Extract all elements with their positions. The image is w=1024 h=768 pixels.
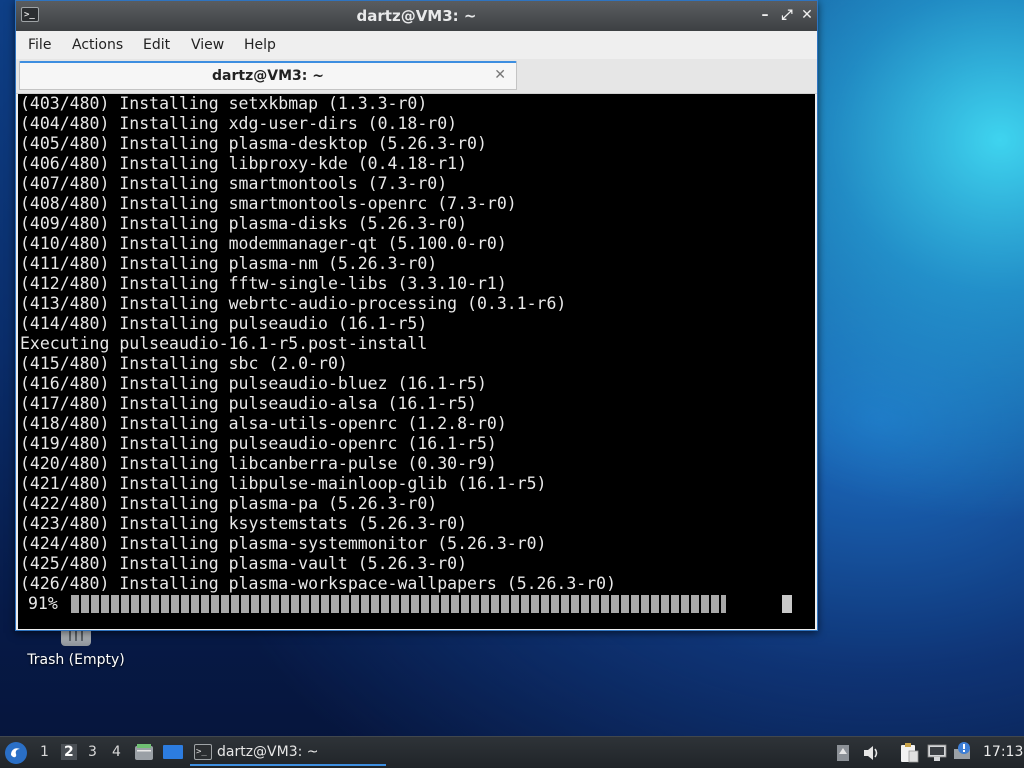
workspace-3[interactable]: 3 [88, 744, 97, 760]
workspace-4[interactable]: 4 [112, 744, 121, 760]
menu-help[interactable]: Help [244, 37, 276, 53]
show-desktop-icon[interactable] [162, 742, 184, 762]
terminal-window: >_ dartz@VM3: ~ – ⤢ ✕ File Actions Edit … [15, 0, 818, 631]
progress-row: 91% [20, 594, 810, 614]
close-button[interactable]: ✕ [798, 6, 816, 24]
terminal-line: (419/480) Installing pulseaudio-openrc (… [20, 434, 497, 453]
clipboard-icon[interactable] [898, 742, 920, 764]
tab-terminal[interactable]: dartz@VM3: ~ ✕ [19, 61, 517, 90]
terminal-line: (407/480) Installing smartmontools (7.3-… [20, 174, 448, 193]
terminal-line: (423/480) Installing ksystemstats (5.26.… [20, 514, 468, 533]
terminal-line: (425/480) Installing plasma-vault (5.26.… [20, 554, 468, 573]
menu-edit[interactable]: Edit [143, 37, 170, 53]
menu-file[interactable]: File [28, 37, 51, 53]
tab-title: dartz@VM3: ~ [212, 68, 324, 84]
progress-bar-fill [71, 595, 726, 613]
progress-bar [71, 595, 791, 613]
progress-percent: 91% [28, 594, 58, 613]
terminal-line: (405/480) Installing plasma-desktop (5.2… [20, 134, 487, 153]
terminal-line: (403/480) Installing setxkbmap (1.3.3-r0… [20, 94, 428, 113]
terminal-line: (415/480) Installing sbc (2.0-r0) [20, 354, 348, 373]
maximize-button[interactable]: ⤢ [778, 6, 796, 24]
workspace-1[interactable]: 1 [40, 744, 49, 760]
update-notification-icon[interactable] [952, 741, 974, 763]
taskbar: 1 2 3 4 >_ dartz@VM3: ~ 17:13 [0, 736, 1024, 768]
terminal-line: (424/480) Installing plasma-systemmonito… [20, 534, 547, 553]
taskbar-task-terminal[interactable]: >_ dartz@VM3: ~ [190, 740, 386, 766]
tab-close-icon[interactable]: ✕ [494, 67, 506, 83]
terminal-line: (412/480) Installing fftw-single-libs (3… [20, 274, 507, 293]
terminal-line: (426/480) Installing plasma-workspace-wa… [20, 574, 617, 593]
trash-label: Trash (Empty) [27, 652, 125, 668]
clock[interactable]: 17:13 [983, 744, 1023, 760]
menu-view[interactable]: View [191, 37, 224, 53]
terminal-line: (417/480) Installing pulseaudio-alsa (16… [20, 394, 477, 413]
terminal-line: (408/480) Installing smartmontools-openr… [20, 194, 517, 213]
trash-desktop-icon[interactable]: Trash (Empty) [22, 628, 130, 668]
file-manager-icon[interactable] [134, 742, 154, 762]
terminal-line: (414/480) Installing pulseaudio (16.1-r5… [20, 314, 428, 333]
tab-bar: dartz@VM3: ~ ✕ [16, 59, 817, 94]
window-titlebar[interactable]: >_ dartz@VM3: ~ – ⤢ ✕ [16, 1, 817, 31]
workspace-2[interactable]: 2 [61, 744, 77, 760]
volume-icon[interactable] [862, 744, 882, 762]
terminal-line: (421/480) Installing libpulse-mainloop-g… [20, 474, 547, 493]
terminal-line: (404/480) Installing xdg-user-dirs (0.18… [20, 114, 458, 133]
terminal-line: (422/480) Installing plasma-pa (5.26.3-r… [20, 494, 438, 513]
minimize-button[interactable]: – [756, 6, 774, 24]
terminal-line: Executing pulseaudio-16.1-r5.post-instal… [20, 334, 428, 353]
menu-actions[interactable]: Actions [72, 37, 123, 53]
terminal-task-icon: >_ [194, 744, 212, 760]
menubar: File Actions Edit View Help [16, 31, 817, 59]
terminal-line: (409/480) Installing plasma-disks (5.26.… [20, 214, 468, 233]
terminal-output[interactable]: (403/480) Installing setxkbmap (1.3.3-r0… [18, 94, 815, 629]
task-label: dartz@VM3: ~ [217, 744, 319, 760]
terminal-line: (411/480) Installing plasma-nm (5.26.3-r… [20, 254, 438, 273]
terminal-lines: (403/480) Installing setxkbmap (1.3.3-r0… [18, 94, 815, 594]
start-menu-icon[interactable] [4, 741, 28, 765]
terminal-cursor [782, 595, 792, 613]
terminal-line: (420/480) Installing libcanberra-pulse (… [20, 454, 497, 473]
network-icon[interactable] [926, 743, 948, 763]
terminal-line: (406/480) Installing libproxy-kde (0.4.1… [20, 154, 468, 173]
window-title: dartz@VM3: ~ [356, 7, 477, 25]
terminal-line: (416/480) Installing pulseaudio-bluez (1… [20, 374, 487, 393]
terminal-line: (413/480) Installing webrtc-audio-proces… [20, 294, 567, 313]
terminal-line: (410/480) Installing modemmanager-qt (5.… [20, 234, 507, 253]
terminal-line: (418/480) Installing alsa-utils-openrc (… [20, 414, 507, 433]
clipboard-up-icon[interactable] [836, 744, 850, 762]
